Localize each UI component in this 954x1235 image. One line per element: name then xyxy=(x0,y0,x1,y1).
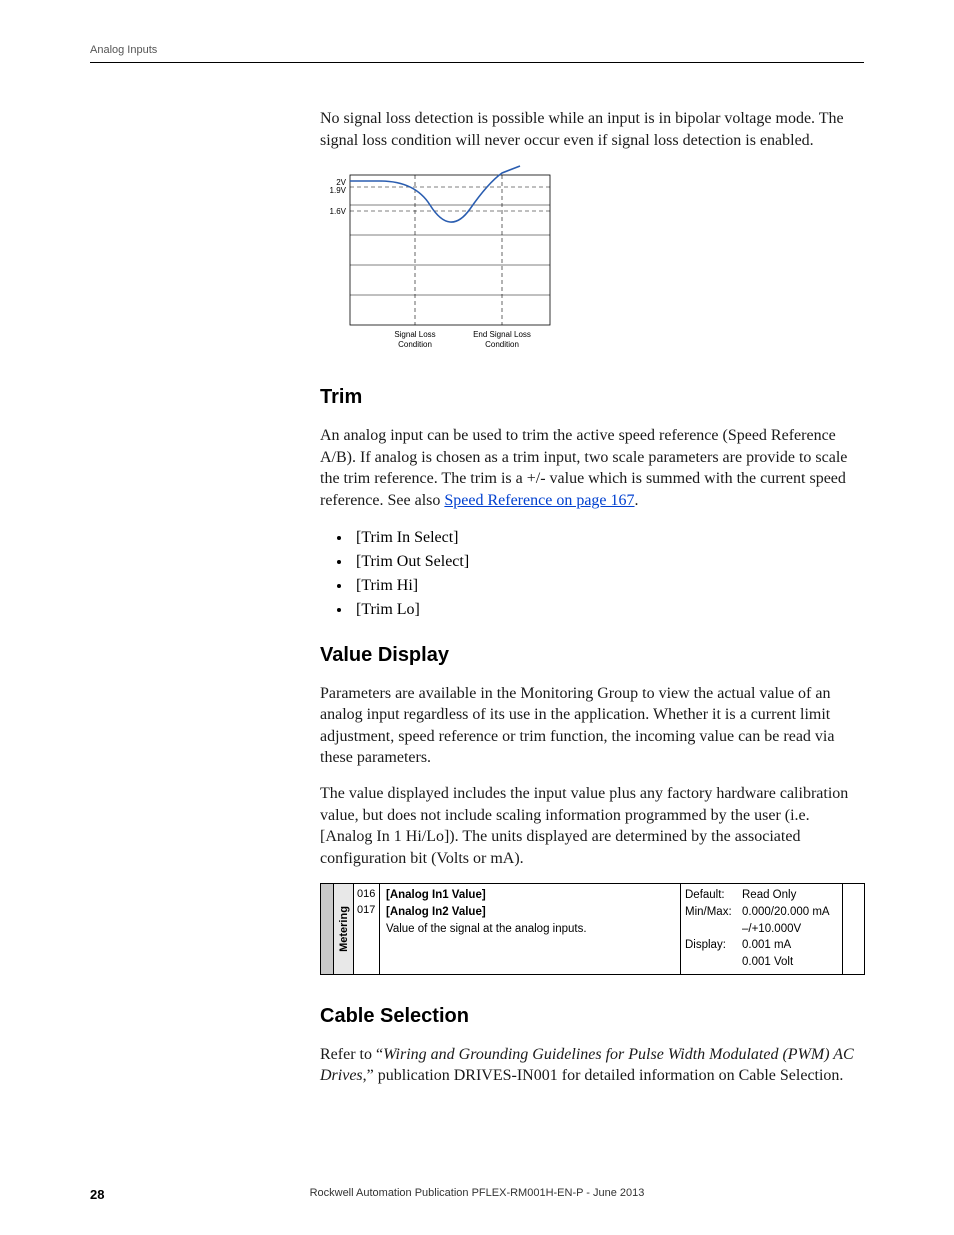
xlabel-signal-loss-2: Condition xyxy=(398,340,432,349)
cable-selection-heading: Cable Selection xyxy=(320,1005,865,1028)
cable-selection-paragraph: Refer to “Wiring and Grounding Guideline… xyxy=(320,1044,865,1087)
table-attr-values: Read Only 0.000/20.000 mA –/+10.000V 0.0… xyxy=(738,884,842,973)
xlabel-signal-loss-1: Signal Loss xyxy=(394,330,435,339)
ytick-19v: 1.9V xyxy=(330,186,347,195)
table-stripe xyxy=(320,884,334,973)
page-header: Analog Inputs xyxy=(90,44,864,63)
list-item: [Trim Lo] xyxy=(352,598,865,622)
table-right-stub xyxy=(842,884,864,973)
table-group-label: Metering xyxy=(334,884,354,973)
list-item: [Trim Hi] xyxy=(352,574,865,598)
list-item: [Trim In Select] xyxy=(352,526,865,550)
trim-heading: Trim xyxy=(320,386,865,409)
publication-footer: Rockwell Automation Publication PFLEX-RM… xyxy=(0,1187,954,1199)
value-display-heading: Value Display xyxy=(320,644,865,667)
table-param-desc: [Analog In1 Value] [Analog In2 Value] Va… xyxy=(380,884,680,973)
value-display-p1: Parameters are available in the Monitori… xyxy=(320,683,865,769)
list-item: [Trim Out Select] xyxy=(352,550,865,574)
trim-paragraph: An analog input can be used to trim the … xyxy=(320,425,865,511)
xlabel-end-signal-loss-1: End Signal Loss xyxy=(473,330,531,339)
table-param-numbers: 016 017 xyxy=(354,884,380,973)
parameter-table: Metering 016 017 [Analog In1 Value] [Ana… xyxy=(320,883,865,974)
signal-loss-chart: 2V 1.9V 1.6V Signal Loss Condition End S… xyxy=(320,165,865,360)
speed-reference-link[interactable]: Speed Reference on page 167 xyxy=(444,492,634,509)
table-attr-labels: Default: Min/Max: Display: xyxy=(680,884,738,973)
trim-list: [Trim In Select] [Trim Out Select] [Trim… xyxy=(352,526,865,622)
value-display-p2: The value displayed includes the input v… xyxy=(320,783,865,869)
intro-paragraph: No signal loss detection is possible whi… xyxy=(320,108,865,151)
xlabel-end-signal-loss-2: Condition xyxy=(485,340,519,349)
ytick-16v: 1.6V xyxy=(330,207,347,216)
section-label: Analog Inputs xyxy=(90,44,157,56)
